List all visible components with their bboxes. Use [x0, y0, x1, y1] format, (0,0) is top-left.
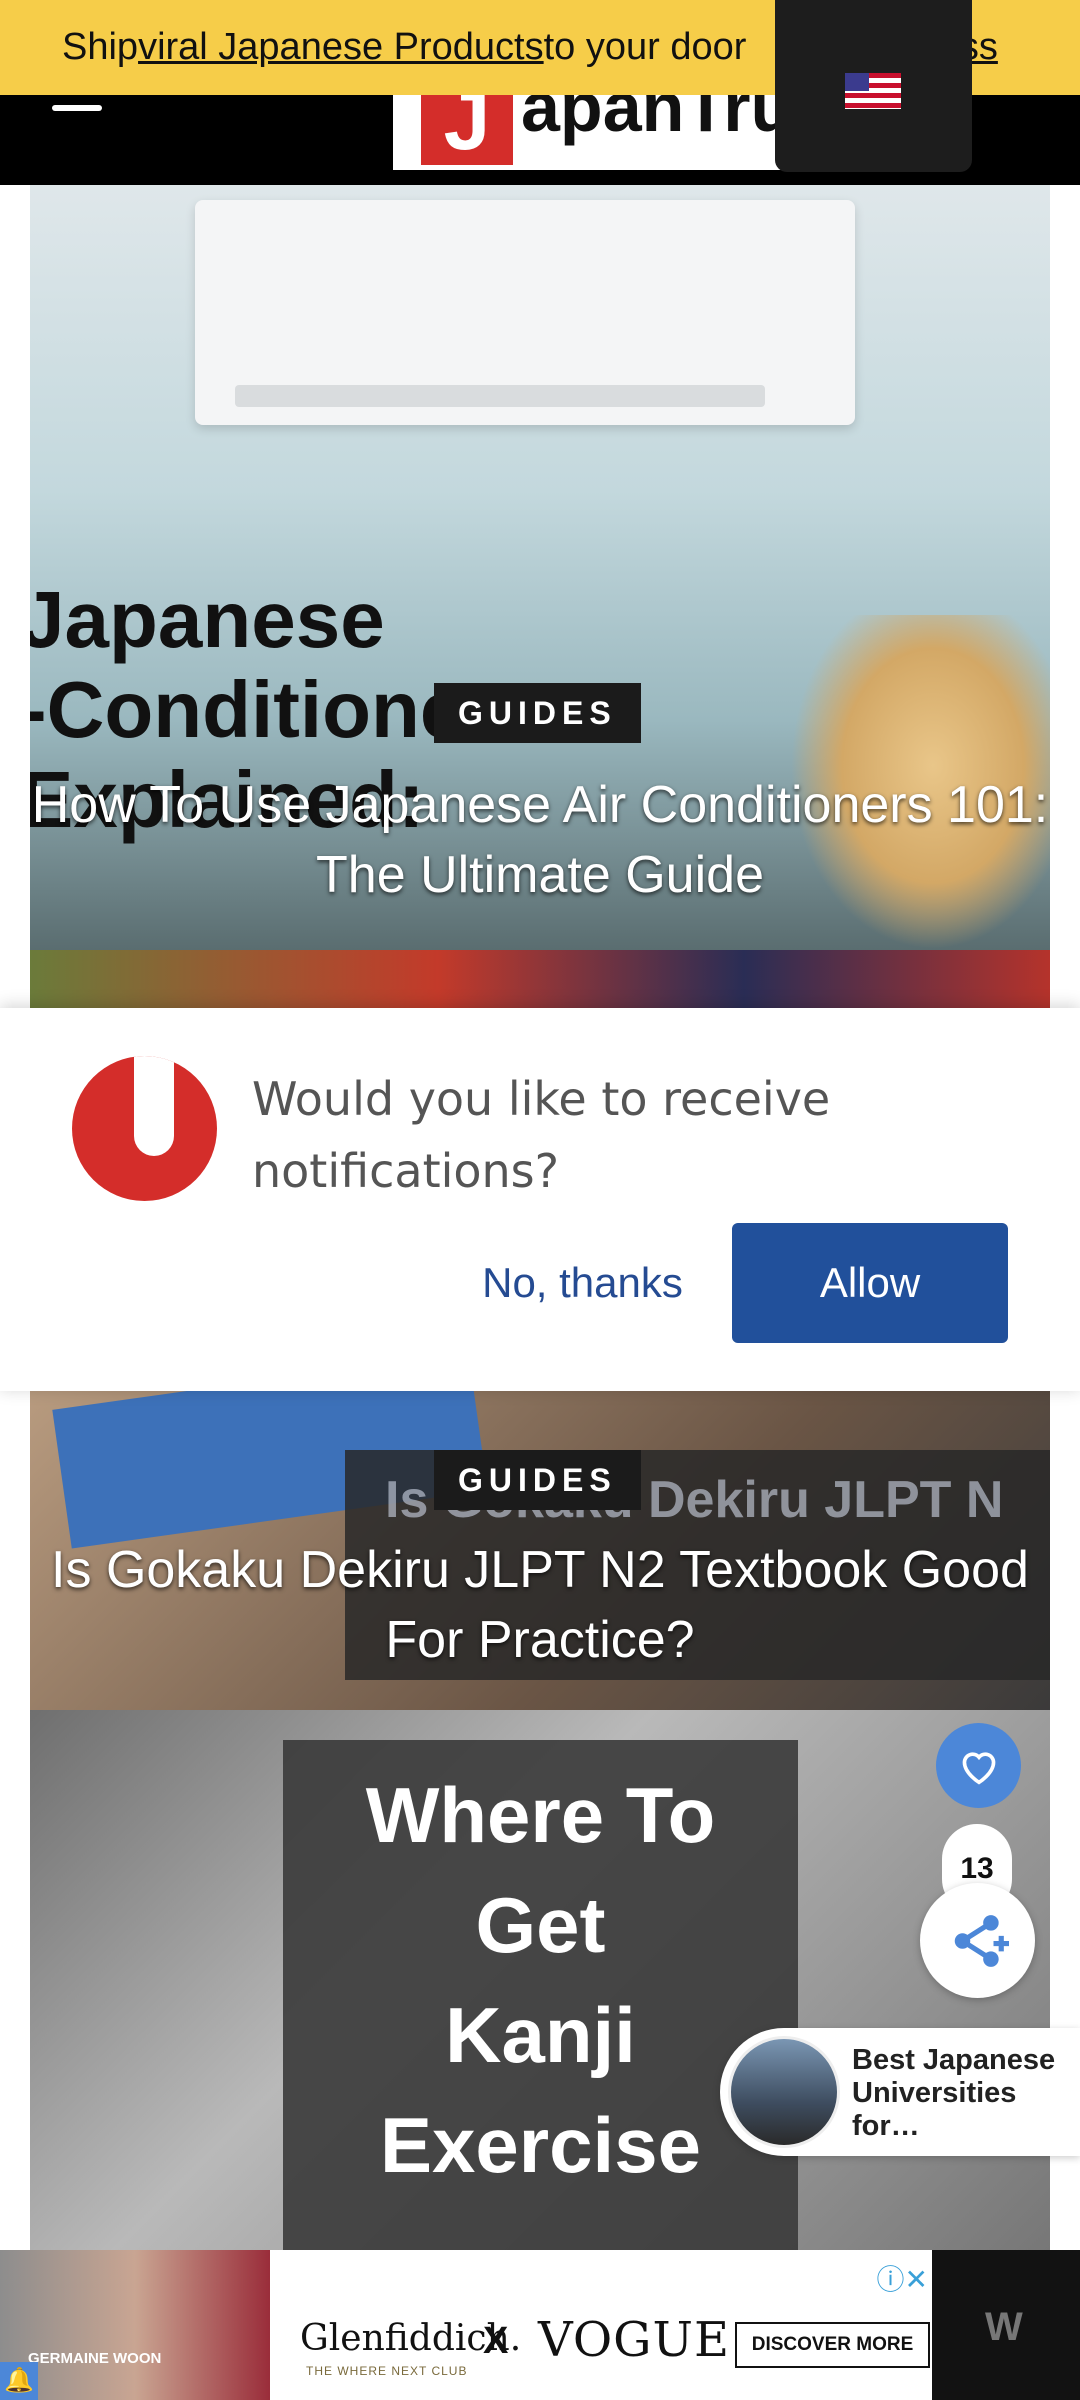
ad-separator: X [483, 2320, 509, 2362]
w-logo-icon: W [985, 2305, 1023, 2349]
us-flag-icon [845, 73, 901, 109]
ad-close-icon[interactable]: ⓘ✕ [868, 2258, 928, 2295]
article-title[interactable]: Is Gokaku Dekiru JLPT N2 Textbook Good F… [30, 1535, 1050, 1675]
allow-button[interactable]: Allow [732, 1223, 1008, 1343]
related-title[interactable]: Best Japanese Universities for… [852, 2044, 1077, 2143]
promo-prefix: Ship [62, 26, 139, 68]
menu-icon[interactable] [52, 105, 102, 111]
article-card[interactable]: Japanese -Conditioners Explained: GUIDES… [30, 185, 1050, 950]
share-icon[interactable] [920, 1883, 1035, 1998]
related-thumbnail [728, 2036, 840, 2148]
article-card-partial[interactable] [30, 950, 1050, 1010]
category-badge[interactable]: GUIDES [434, 1450, 641, 1510]
promo-link[interactable]: viral Japanese Products [138, 26, 544, 69]
category-badge[interactable]: GUIDES [434, 683, 641, 743]
logo-text: apanTruly [521, 95, 788, 146]
promo-suffix: to your door [543, 26, 747, 68]
notification-prompt: Would you like to receive notifications?… [0, 1008, 1080, 1391]
discover-more-button[interactable]: DISCOVER MORE [735, 2322, 930, 2368]
site-logo[interactable]: J apanTruly [393, 95, 788, 170]
ad-brand-vogue: VOGUE [538, 2312, 731, 2368]
site-logo-icon [72, 1056, 217, 1201]
language-switcher[interactable] [775, 0, 972, 172]
ad-caption: GERMAINE WOON [28, 2350, 162, 2367]
article-card[interactable]: Is Gokaku Dekiru JLPT N GUIDES Is Gokaku… [30, 1390, 1050, 1710]
heart-icon[interactable] [936, 1723, 1021, 1808]
article-title[interactable]: How To Use Japanese Air Conditioners 101… [30, 770, 1050, 910]
cover-overlay-text: Where To Get Kanji Exercise [365, 1771, 716, 2189]
ad-photo [0, 2250, 270, 2400]
notification-bell-icon[interactable]: 🔔 [0, 2362, 38, 2400]
ad-banner[interactable]: GERMAINE WOON Glenfiddich. THE WHERE NEX… [0, 2250, 1080, 2400]
logo-letter: J [421, 95, 513, 165]
article-card[interactable]: Where To Get Kanji Exercise [30, 1710, 1050, 2250]
related-article-popup[interactable]: Best Japanese Universities for… [720, 2028, 1080, 2156]
air-conditioner-image [195, 200, 855, 425]
ad-brand-subtitle: THE WHERE NEXT CLUB [306, 2364, 468, 2378]
no-thanks-button[interactable]: No, thanks [460, 1223, 705, 1343]
notification-message: Would you like to receive notifications? [252, 1072, 831, 1198]
